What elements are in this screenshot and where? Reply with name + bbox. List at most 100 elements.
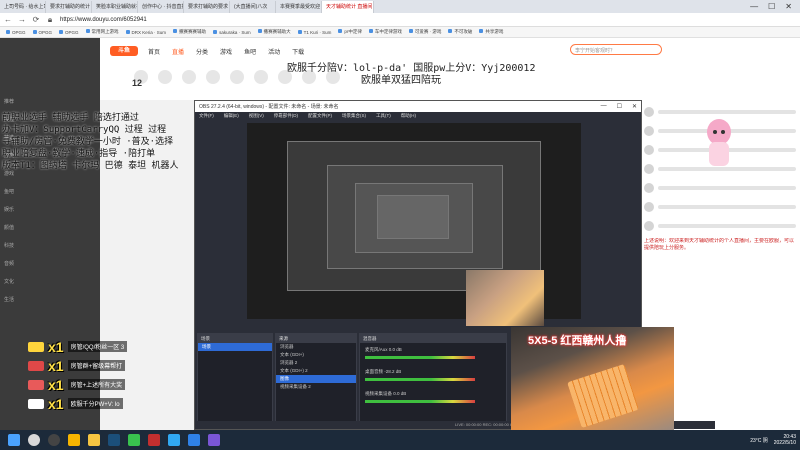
close-button[interactable]: ✕ [632,103,637,110]
close-button[interactable]: ✕ [785,2,792,11]
browser-tab[interactable]: 笑脸本职业辅助就在 [92,0,138,13]
room-icon[interactable] [206,70,220,84]
browser-tab[interactable]: 上司号码 · 给水上司 从这里开始 [0,0,46,13]
avatar [644,107,654,117]
info-line: 办卡加V：SupportCarryQQ 过程 过程 [2,125,167,135]
browser-tab[interactable]: 创作中心 · 抖音直播 [138,0,184,13]
nav-item[interactable]: 鱼吧 [244,47,256,56]
bookmark-item[interactable]: OPGG [33,30,53,35]
left-menu-item[interactable]: 推荐 [4,98,14,105]
browser-tab[interactable]: 要求打辅助的要求 [184,0,230,13]
room-icon[interactable] [230,70,244,84]
browser-tab[interactable]: 要求打辅助的统计 [46,0,92,13]
chat-text [658,110,796,114]
bookmark-item[interactable]: sakuraka · Sum [213,30,251,35]
avatar [644,145,654,155]
volume-meter[interactable] [365,400,475,403]
browser-icon[interactable] [188,434,200,446]
room-icon[interactable] [158,70,172,84]
room-icon[interactable] [254,70,268,84]
preview-nested-frame [377,195,449,239]
info-line: 版本T1：图纳塔 卡尔玛 巴德 泰坦 机器人 [2,161,179,171]
left-menu-item[interactable]: 文化 [4,278,14,285]
obs-menu-item[interactable]: 配置文件(P) [308,113,332,120]
forward-icon[interactable]: → [18,15,26,24]
nav-item[interactable]: 直播 [172,47,184,56]
obs-icon[interactable] [48,434,60,446]
bookmark-item[interactable]: 撒赛赛辅助大 [258,29,291,35]
obs-menu-item[interactable]: 文件(F) [199,113,214,120]
douyu-logo[interactable]: 斗鱼 [110,46,138,56]
left-menu-item[interactable]: 鱼吧 [4,188,14,195]
bookmark-item[interactable]: T1 Kuri · Sum [298,30,332,35]
source-item[interactable]: 文本 (GDI+) 2 [276,367,356,375]
taskbar: 23°C 阴 20:43 2022/5/10 [0,430,800,450]
bookmark-item[interactable]: OPGG [59,30,79,35]
clock[interactable]: 20:43 2022/5/10 [774,434,796,446]
windows-start-icon[interactable] [8,434,20,446]
lock-icon: 🔒︎ [47,14,53,24]
search-icon[interactable] [28,434,40,446]
scene-item[interactable]: 场景 [198,343,272,351]
mixer-dock: 混音器 麦克风/Aux 0.0 dB 桌面音频 -28.2 dB 视频采集设备 0.… [359,333,507,423]
game-icon[interactable] [148,434,160,446]
avatar [644,164,654,174]
source-item[interactable]: 图像 [276,375,356,383]
info-line: 前职业选手 辅助选手 陪选打通过 [2,113,139,123]
bookmark-item[interactable]: 可爱赛 · 游戏 [409,29,442,35]
bookmark-item[interactable]: OPGG [6,30,26,35]
browser-tab[interactable]: 天才辅助统计 直播间 [322,0,374,13]
obs-menu-item[interactable]: 场景集合(S) [342,113,366,120]
refresh-icon[interactable]: ⟳ [32,15,40,24]
source-item[interactable]: 文本 (GDI+) [276,351,356,359]
left-menu-item[interactable]: 生活 [4,296,14,303]
bookmark-item[interactable]: pr中定律 [338,29,362,35]
left-menu-item[interactable]: 颜值 [4,224,14,231]
nav-item[interactable]: 首页 [148,47,160,56]
steam-icon[interactable] [108,434,120,446]
app-icon[interactable] [208,434,220,446]
folder-icon[interactable] [88,434,100,446]
obs-menu-item[interactable]: 停靠部件(D) [274,113,298,120]
bookmark-item[interactable]: 撒赛赛赛辅助 [173,29,206,35]
bookmark-item[interactable]: 共享游戏 [479,29,503,35]
obs-menu-item[interactable]: 工具(T) [376,113,391,120]
wechat-icon[interactable] [128,434,140,446]
source-item[interactable]: 浏览器 [276,343,356,351]
search-input[interactable]: 李宁开始客观时？ [570,44,662,55]
browser-tab[interactable]: 本赛赛季最受欢迎 [276,0,322,13]
volume-meter[interactable] [365,356,475,359]
qq-icon[interactable] [168,434,180,446]
obs-menu-item[interactable]: 帮助(H) [401,113,416,120]
left-menu-item[interactable]: 音频 [4,260,14,267]
bookmark-item[interactable]: 车中定律游戏 [369,29,402,35]
address-input[interactable]: https://www.douyu.com/6052941 [60,17,580,23]
nav-item[interactable]: 分类 [196,47,208,56]
minimize-button[interactable]: — [601,103,607,110]
browser-tab[interactable]: (大直播间)八次 [230,0,276,13]
left-menu-item[interactable]: 娱乐 [4,206,14,213]
source-item[interactable]: 视频采集设备 2 [276,383,356,391]
bookmark-item[interactable]: DRX Keria · Sum [126,30,167,35]
maximize-button[interactable]: ☐ [617,103,622,110]
left-menu-item[interactable]: 科技 [4,242,14,249]
obs-menu-item[interactable]: 视图(V) [249,113,264,120]
bookmark-item[interactable]: 不可攻破 [448,29,472,35]
source-item[interactable]: 浏览器 2 [276,359,356,367]
gift-count: x1 [48,376,64,393]
gift-label: 房管群+留级幕帮打 [67,360,126,371]
scenes-dock: 场景 场景 [197,333,273,423]
nav-item[interactable]: 游戏 [220,47,232,56]
chat-row [644,219,796,233]
nav-item[interactable]: 下载 [292,47,304,56]
obs-menu-item[interactable]: 编辑(E) [224,113,239,120]
minimize-button[interactable]: — [750,2,758,11]
bookmark-item[interactable]: 常用网上游戏 [86,29,119,35]
room-icon[interactable] [182,70,196,84]
nav-item[interactable]: 活动 [268,47,280,56]
back-icon[interactable]: ← [4,15,12,24]
weather[interactable]: 23°C 阴 [750,437,768,444]
chrome-icon[interactable] [68,434,80,446]
maximize-button[interactable]: ☐ [768,2,775,11]
volume-meter[interactable] [365,378,475,381]
